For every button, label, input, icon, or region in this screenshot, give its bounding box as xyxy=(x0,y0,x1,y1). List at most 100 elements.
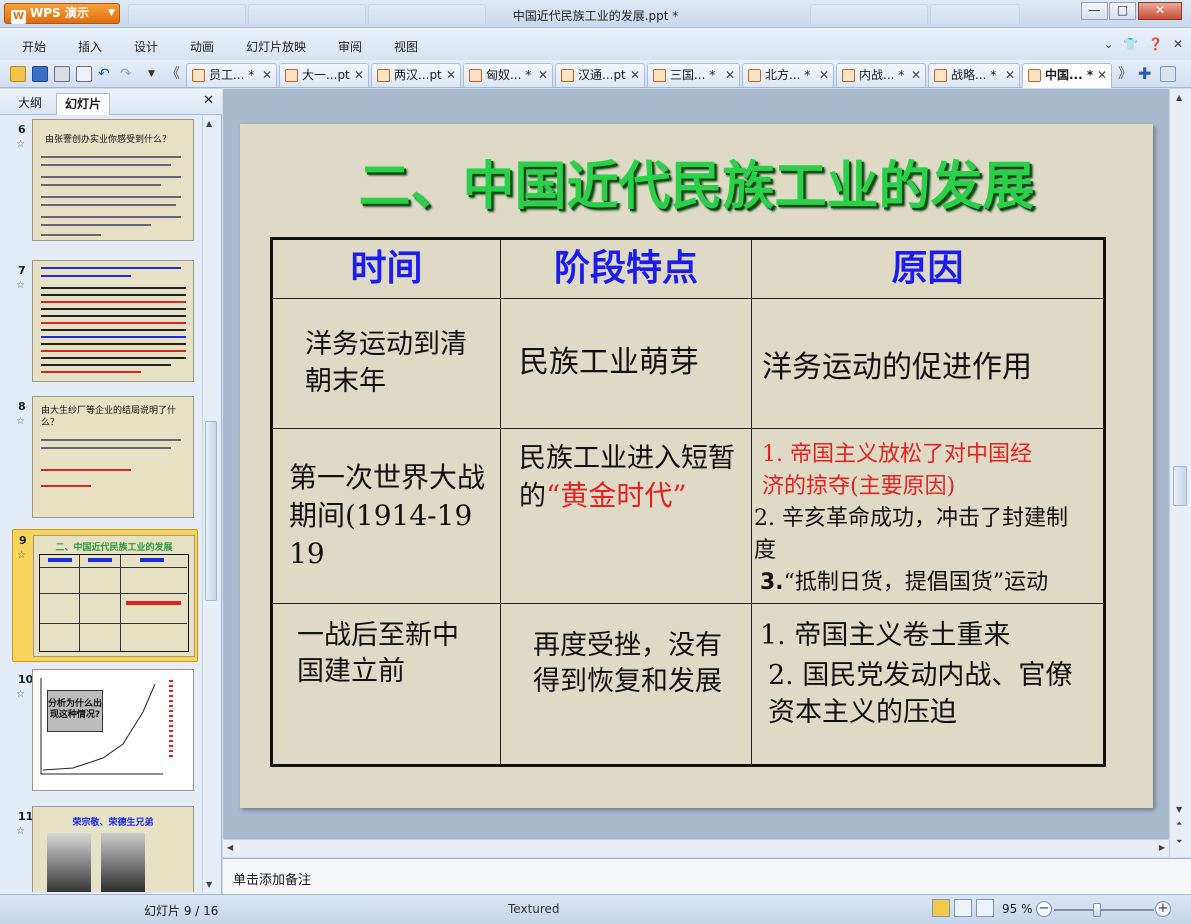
table-cell[interactable]: 1. 帝国主义放松了对中国经济的掠夺(主要原因) 2. 辛亥革命成功，冲击了封建… xyxy=(751,428,1105,604)
close-tab-icon[interactable]: ✕ xyxy=(446,64,456,86)
menu-slideshow[interactable]: 幻灯片放映 xyxy=(246,38,306,55)
menu-animation[interactable]: 动画 xyxy=(190,38,214,55)
thumbnail-image: 由张謇创办实业你感受到什么？ xyxy=(32,119,194,241)
doc-tab[interactable]: 两汉...pt ✕ xyxy=(371,63,461,87)
next-slide-icon[interactable]: ⏷ xyxy=(1176,837,1182,847)
doc-tab[interactable]: 三国... * ✕ xyxy=(647,63,740,87)
scroll-up-icon[interactable]: ▲ xyxy=(206,119,212,128)
close-tab-icon[interactable]: ✕ xyxy=(262,64,272,86)
zoom-out-icon[interactable]: − xyxy=(1036,901,1052,917)
slide-table[interactable]: 时间 阶段特点 原因 洋务运动到清朝末年 民族工业萌芽 洋务运动的促进作用 第一… xyxy=(270,237,1106,767)
header-feature: 阶段特点 xyxy=(500,238,752,299)
close-tab-icon[interactable]: ✕ xyxy=(819,64,829,86)
animation-star-icon: ☆ xyxy=(17,550,26,561)
close-tab-icon[interactable]: ✕ xyxy=(1097,64,1107,86)
help-icon[interactable]: ❓ xyxy=(1148,37,1163,51)
zoom-slider-thumb[interactable] xyxy=(1093,903,1101,917)
slide-canvas[interactable]: 二、中国近代民族工业的发展 时间 阶段特点 原因 洋务运动到清朝末年 民族工业萌… xyxy=(240,124,1153,808)
scroll-thumb[interactable] xyxy=(1173,466,1187,506)
menu-insert[interactable]: 插入 xyxy=(78,38,102,55)
scroll-left-icon[interactable]: ◀ xyxy=(227,843,233,852)
redo-icon[interactable]: ↷ xyxy=(120,66,136,82)
doc-tab[interactable]: 匈奴... * ✕ xyxy=(463,63,553,87)
cell-reason-2: 2. 辛亥革命成功，冲击了封建制度 xyxy=(754,505,1068,563)
undo-icon[interactable]: ↶ xyxy=(98,66,114,82)
scroll-thumb[interactable] xyxy=(205,421,217,601)
thumbnail-image xyxy=(32,260,194,382)
doc-tab[interactable]: 北方... * ✕ xyxy=(742,63,834,87)
doc-tab[interactable]: 汉通...pt ✕ xyxy=(555,63,645,87)
table-cell[interactable]: 1. 帝国主义卷土重来 2. 国民党发动内战、官僚资本主义的压迫 xyxy=(751,603,1105,766)
menu-review[interactable]: 审阅 xyxy=(338,38,362,55)
tab-scroll-right-icon[interactable]: 》 xyxy=(1118,66,1134,82)
tab-outline[interactable]: 大纲 xyxy=(10,93,50,115)
scroll-up-icon[interactable]: ▲ xyxy=(1176,93,1182,102)
slide-thumbnail-selected[interactable]: 9 ☆ 二、中国近代民族工业的发展 xyxy=(12,529,198,662)
close-tab-icon[interactable]: ✕ xyxy=(538,64,548,86)
doc-tab-label: 两汉...pt xyxy=(394,68,442,82)
slide-thumbnail[interactable]: 8 ☆ 由大生纱厂等企业的结局说明了什么？ xyxy=(12,396,198,520)
vertical-scrollbar[interactable]: ▲ ▼ ⏶ ⏷ xyxy=(1169,89,1191,857)
print-icon[interactable] xyxy=(54,66,70,82)
scroll-down-icon[interactable]: ▼ xyxy=(1176,805,1182,814)
tab-scroll-left-icon[interactable]: 《 xyxy=(166,66,182,82)
table-cell[interactable]: 第一次世界大战期间(1914-1919 xyxy=(271,428,501,604)
previous-slide-icon[interactable]: ⏶ xyxy=(1176,819,1182,829)
maximize-button[interactable]: □ xyxy=(1109,2,1136,20)
table-cell[interactable]: 一战后至新中国建立前 xyxy=(271,603,501,766)
print-preview-icon[interactable] xyxy=(76,66,92,82)
save-icon[interactable] xyxy=(32,66,48,82)
normal-view-icon[interactable] xyxy=(932,899,950,917)
window-list-icon[interactable] xyxy=(1160,66,1176,82)
doc-tab-active[interactable]: 中国... * ✕ xyxy=(1022,63,1112,88)
open-icon[interactable] xyxy=(10,66,26,82)
doc-tab[interactable]: 内战... * ✕ xyxy=(836,63,926,87)
customize-toolbar-icon[interactable]: ▼ xyxy=(148,66,164,82)
close-tab-icon[interactable]: ✕ xyxy=(630,64,640,86)
ppt-file-icon xyxy=(561,69,574,82)
menu-home[interactable]: 开始 xyxy=(22,38,46,55)
menu-view[interactable]: 视图 xyxy=(394,38,418,55)
slide-thumbnail[interactable]: 10 ☆ 分析为什么出现这种情况? xyxy=(12,669,198,793)
menu-design[interactable]: 设计 xyxy=(134,38,158,55)
scroll-right-icon[interactable]: ▶ xyxy=(1159,843,1165,852)
thumbnail-scrollbar[interactable]: ▲ ▼ xyxy=(202,116,218,892)
tab-slides[interactable]: 幻灯片 xyxy=(56,93,111,115)
table-cell[interactable]: 洋务运动的促进作用 xyxy=(751,298,1105,429)
close-doc-icon[interactable]: ✕ xyxy=(1173,37,1183,51)
zoom-in-icon[interactable]: + xyxy=(1155,901,1171,917)
collapse-ribbon-icon[interactable]: ⌄ xyxy=(1103,37,1113,51)
close-tab-icon[interactable]: ✕ xyxy=(911,64,921,86)
close-tab-icon[interactable]: ✕ xyxy=(1005,64,1015,86)
cell-feature: 再度受挫，没有得到恢复和发展 xyxy=(533,630,722,698)
doc-tab[interactable]: 员工... * ✕ xyxy=(186,63,277,87)
minimize-button[interactable]: — xyxy=(1081,2,1108,20)
doc-tab[interactable]: 大一...pt ✕ xyxy=(279,63,369,87)
animation-star-icon: ☆ xyxy=(16,280,25,291)
close-tab-icon[interactable]: ✕ xyxy=(725,64,735,86)
scroll-down-icon[interactable]: ▼ xyxy=(206,880,212,889)
table-cell[interactable]: 民族工业进入短暂的“黄金时代” xyxy=(500,428,752,604)
slide-thumbnail[interactable]: 7 ☆ xyxy=(12,260,198,384)
slideshow-view-icon[interactable] xyxy=(976,899,994,917)
table-cell[interactable]: 民族工业萌芽 xyxy=(500,298,752,429)
doc-tab[interactable]: 战略... * ✕ xyxy=(928,63,1020,87)
slide-title[interactable]: 二、中国近代民族工业的发展 xyxy=(240,144,1153,219)
slide-counter: 幻灯片 9 / 16 xyxy=(144,904,219,918)
close-tab-icon[interactable]: ✕ xyxy=(354,64,364,86)
horizontal-scrollbar[interactable]: ◀ ▶ xyxy=(223,839,1169,857)
ppt-file-icon xyxy=(653,69,666,82)
new-tab-icon[interactable]: ✚ xyxy=(1138,66,1154,82)
table-cell[interactable]: 洋务运动到清朝末年 xyxy=(271,298,501,429)
doc-tab-label: 内战... * xyxy=(859,68,905,82)
slide-sorter-view-icon[interactable] xyxy=(954,899,972,917)
skin-icon[interactable]: 👕 xyxy=(1123,37,1138,51)
notes-pane[interactable]: 单击添加备注 xyxy=(223,858,1191,894)
close-panel-icon[interactable]: ✕ xyxy=(203,93,214,108)
close-button[interactable]: ✕ xyxy=(1138,2,1182,20)
slide-thumbnail[interactable]: 11 ☆ 荣宗敬、荣德生兄弟 xyxy=(12,806,198,892)
table-cell[interactable]: 再度受挫，没有得到恢复和发展 xyxy=(500,603,752,766)
header-reason: 原因 xyxy=(751,238,1105,299)
slide-thumbnail[interactable]: 6 ☆ 由张謇创办实业你感受到什么？ xyxy=(12,119,198,243)
zoom-slider[interactable] xyxy=(1054,909,1154,911)
